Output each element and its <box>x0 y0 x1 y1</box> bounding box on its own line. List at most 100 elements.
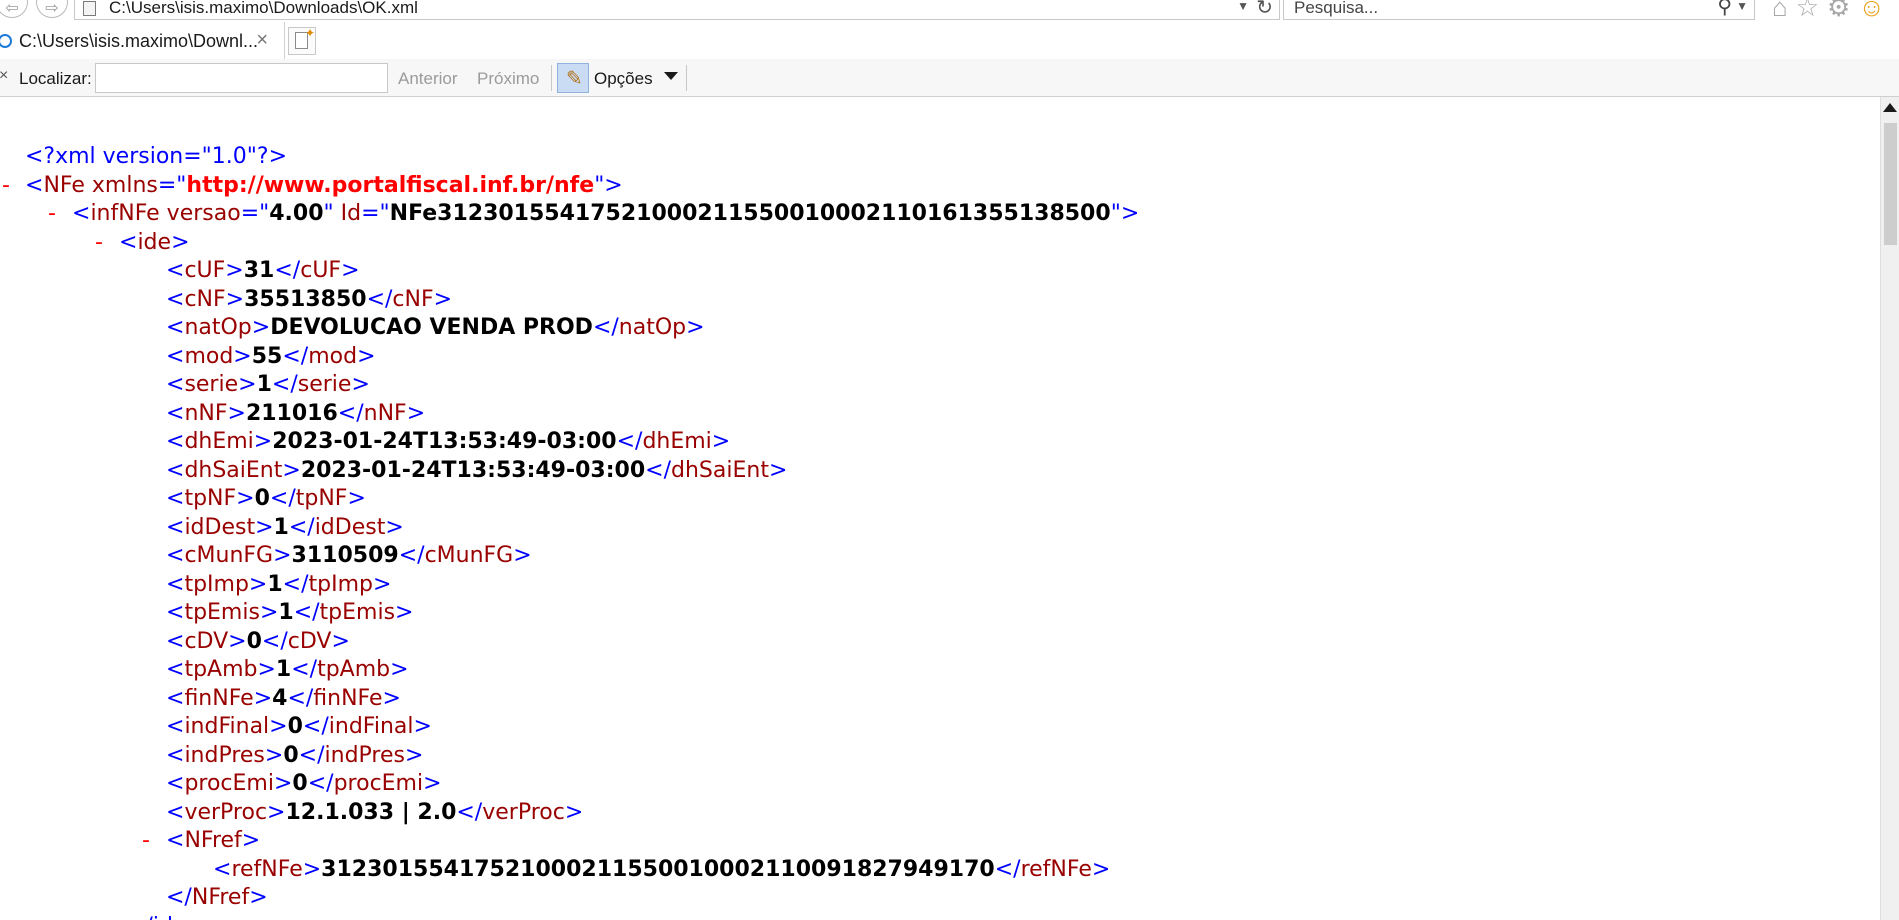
tag-bracket: </ <box>269 486 296 511</box>
tag-bracket: > <box>171 229 190 255</box>
tag-bracket: > <box>382 685 401 711</box>
tag-name: cNF <box>392 286 434 312</box>
tag-bracket: </ <box>994 856 1021 882</box>
tag-name: cUF <box>184 258 226 283</box>
xml-field-mod: <mod>55</mod> <box>166 343 376 371</box>
tag-bracket: < <box>166 400 185 426</box>
options-caret-icon[interactable] <box>664 72 678 80</box>
tag-bracket: > <box>225 286 245 312</box>
tag-bracket: > <box>711 429 731 454</box>
collapse-toggle[interactable]: - <box>142 827 150 855</box>
tag-bracket: </ <box>282 343 309 369</box>
feedback-smiley-icon[interactable]: ☺ <box>1858 0 1885 22</box>
find-close-icon[interactable]: × <box>0 67 8 85</box>
tag-bracket: </ <box>592 315 619 340</box>
tag-name: nNF <box>363 400 407 426</box>
find-input[interactable] <box>95 63 388 93</box>
xml-field-nNF: <nNF>211016</nNF> <box>166 400 425 428</box>
collapse-toggle[interactable]: - <box>48 200 56 228</box>
xml-field-idDest: <idDest>1</idDest> <box>166 514 404 542</box>
tag-name: cNF <box>184 286 226 312</box>
tag-bracket: </ <box>261 628 288 654</box>
refresh-icon[interactable]: ↻ <box>1256 0 1273 20</box>
scroll-up-arrow-icon[interactable] <box>1883 103 1897 112</box>
xml-close-nfref: </NFref> <box>166 884 268 912</box>
tag-name: serie <box>297 372 352 397</box>
tag-bracket: > <box>331 628 350 654</box>
tag-bracket: < <box>166 685 185 711</box>
search-dropdown-icon[interactable]: ▼ <box>1736 0 1748 13</box>
tag-bracket: </ <box>616 429 643 454</box>
tag-name: tpEmis <box>319 600 396 625</box>
field-value: 31 <box>243 258 275 283</box>
tag-bracket: > <box>238 372 257 397</box>
tag-bracket: < <box>166 600 185 625</box>
tag-bracket: < <box>166 343 185 369</box>
tag-bracket: < <box>166 429 185 454</box>
tag-name: mod <box>184 343 234 369</box>
forward-button[interactable]: ⇨ <box>36 0 68 18</box>
scrollbar-thumb[interactable] <box>1884 123 1897 245</box>
tag-bracket: < <box>166 799 185 825</box>
field-value: 3110509 <box>291 543 399 568</box>
tag-name: cUF <box>300 258 342 283</box>
tag-bracket: < <box>166 714 185 739</box>
collapse-toggle[interactable]: - <box>2 172 10 200</box>
url-dropdown-icon[interactable]: ▼ <box>1237 0 1249 13</box>
tag-bracket: > <box>253 685 273 711</box>
find-bar: × Localizar: Anterior Próximo ✎ Opções <box>0 59 1899 97</box>
xml-field-cMunFG: <cMunFG>3110509</cMunFG> <box>166 542 532 570</box>
favorites-star-icon[interactable]: ☆ <box>1796 0 1819 22</box>
tag-bracket: > <box>257 657 276 682</box>
new-tab-button[interactable]: ✦ <box>288 26 316 55</box>
search-icon[interactable]: ⚲ <box>1717 0 1732 19</box>
tag-name: tpImp <box>184 571 249 597</box>
tag-bracket: > <box>273 543 292 568</box>
tag-bracket: > <box>423 771 442 796</box>
xml-viewer: <?xml version="1.0"?> <NFe xmlns="http://… <box>0 97 1880 920</box>
tag-name: indPres <box>184 742 265 768</box>
attr-value: 4.00 <box>269 201 324 226</box>
find-label: Localizar: <box>19 69 92 88</box>
vertical-scrollbar[interactable] <box>1880 97 1899 920</box>
tag-bracket: < <box>166 258 185 283</box>
tag-name: serie <box>184 372 239 397</box>
tab-close-icon[interactable]: × <box>256 29 268 52</box>
tag-bracket: > <box>227 400 246 426</box>
attr-quote: " <box>323 201 334 226</box>
url-input[interactable]: C:\Users\isis.maximo\Downloads\OK.xml ▼ … <box>74 0 1280 20</box>
xml-field-dhSaiEnt: <dhSaiEnt>2023-01-24T13:53:49-03:00</dhS… <box>166 457 787 485</box>
tag-bracket: </ <box>366 286 393 312</box>
gear-icon[interactable]: ⚙ <box>1827 0 1850 22</box>
tag-bracket: </ <box>288 514 315 540</box>
highlight-toggle-button[interactable]: ✎ <box>557 63 589 93</box>
back-button[interactable]: ⇦ <box>0 0 28 18</box>
field-value: 3123015541752100021155001000211009182794… <box>321 856 995 882</box>
tag-bracket: > <box>273 771 293 796</box>
find-next-button[interactable]: Próximo <box>477 69 539 89</box>
tag-bracket: > <box>433 286 453 312</box>
field-value: 55 <box>251 343 283 369</box>
find-previous-button[interactable]: Anterior <box>398 69 458 89</box>
field-value: 35513850 <box>244 286 367 312</box>
tag-bracket: > <box>768 457 788 483</box>
find-options-button[interactable]: Opções <box>594 69 653 89</box>
home-icon[interactable]: ⌂ <box>1772 0 1788 22</box>
tag-bracket: </ <box>166 885 192 910</box>
field-value: 1 <box>256 372 272 397</box>
tab-active[interactable]: C:\Users\isis.maximo\Downl... × <box>0 22 285 59</box>
tag-bracket: < <box>166 742 185 768</box>
search-input[interactable]: Pesquisa... ⚲ ▼ <box>1283 0 1755 20</box>
tag-name: nNF <box>184 400 228 426</box>
xml-field-finNFe: <finNFe>4</finNFe> <box>166 685 401 713</box>
tag-bracket: > <box>404 742 424 768</box>
tag-bracket: > <box>395 600 414 625</box>
tag-name: NFref <box>191 885 250 910</box>
attr-quote: " <box>1110 201 1121 226</box>
new-tab-star-icon: ✦ <box>305 26 316 40</box>
collapse-toggle[interactable]: - <box>95 229 103 257</box>
xml-field-tpAmb: <tpAmb>1</tpAmb> <box>166 656 409 684</box>
xml-declaration: <?xml version="1.0"?> <box>25 143 287 171</box>
xml-field-indFinal: <indFinal>0</indFinal> <box>166 713 432 741</box>
tag-bracket: > <box>248 571 268 597</box>
